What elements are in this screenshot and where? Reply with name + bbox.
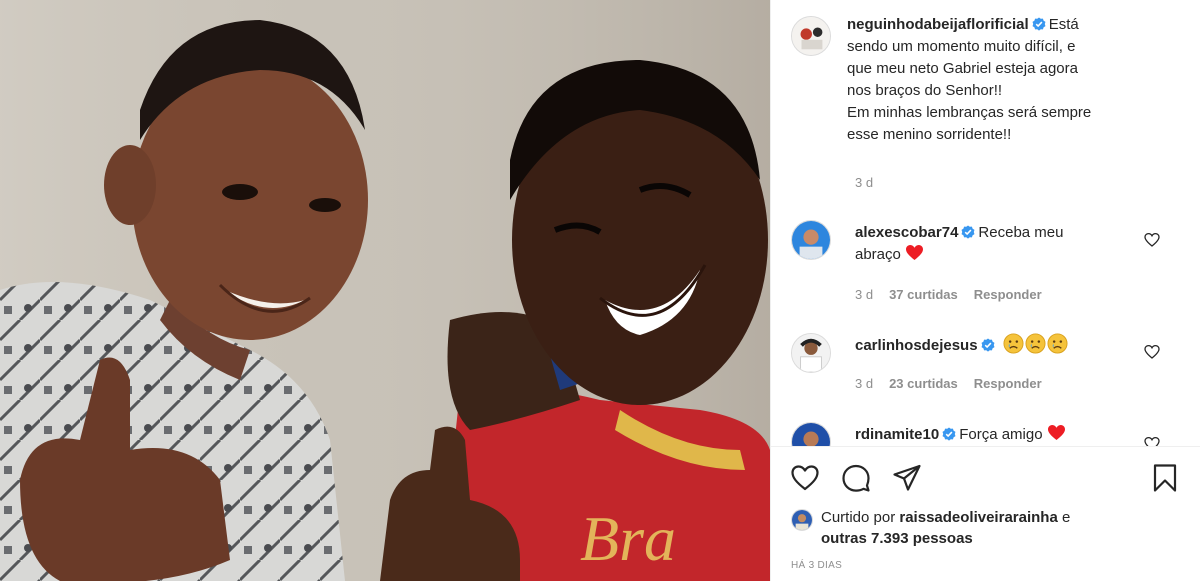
caption-line: esse menino sorridente!!	[847, 126, 1012, 143]
comment-avatar[interactable]	[791, 220, 831, 260]
likes-prefix: Curtido por	[821, 509, 896, 526]
caption-age[interactable]: 3 d	[855, 175, 873, 190]
comment-body: Receba meu	[978, 224, 1064, 241]
caption-line: nos braços do Senhor!!	[847, 82, 1003, 99]
red-heart-emoji-icon	[1047, 424, 1065, 441]
photo-illustration: Bra	[0, 0, 770, 581]
share-paper-plane-icon[interactable]	[892, 463, 922, 493]
liker-username[interactable]: raissadeoliveirarainha	[899, 509, 1057, 526]
comment-text: carlinhosdejesus	[855, 333, 1155, 357]
comment-likes[interactable]: 23 curtidas	[889, 376, 958, 391]
comment-age[interactable]: 3 d	[855, 376, 873, 391]
crying-face-emoji-icon	[1025, 333, 1046, 354]
reply-button[interactable]: Responder	[974, 376, 1042, 391]
post-timestamp[interactable]: HÁ 3 DIAS	[791, 560, 842, 571]
crying-face-emoji-icon	[1047, 333, 1068, 354]
comment-body: Força amigo	[959, 426, 1043, 443]
caption-first-word: Está	[1048, 16, 1079, 33]
comment-username[interactable]: carlinhosdejesus	[855, 337, 978, 354]
save-bookmark-icon[interactable]	[1150, 463, 1180, 493]
comment-username[interactable]: alexescobar74	[855, 224, 958, 241]
post-details-panel: neguinhodabeijaflorificial Está sendo um …	[770, 0, 1200, 581]
comment-likes[interactable]: 37 curtidas	[889, 287, 958, 302]
like-comment-heart-icon[interactable]	[1144, 232, 1160, 248]
post-photo[interactable]: Bra	[0, 0, 770, 581]
comment-age[interactable]: 3 d	[855, 287, 873, 302]
comment-meta: 3 d 23 curtidas Responder	[855, 376, 1058, 391]
likes-summary: Curtido por raissadeoliveirarainha e out…	[821, 507, 1070, 549]
like-comment-heart-icon[interactable]	[1144, 436, 1160, 446]
like-comment-heart-icon[interactable]	[1144, 344, 1160, 360]
verified-badge-icon	[942, 427, 956, 441]
comment-avatar[interactable]	[791, 422, 831, 446]
comment-username[interactable]: rdinamite10	[855, 426, 939, 443]
comment-body: abraço	[855, 246, 901, 263]
caption-line: que meu neto Gabriel esteja agora	[847, 60, 1078, 77]
verified-badge-icon	[1032, 17, 1046, 31]
comment-bubble-icon[interactable]	[841, 463, 871, 493]
likes-conj: e	[1061, 509, 1071, 526]
shirt-print: Bra	[580, 503, 676, 574]
verified-badge-icon	[961, 225, 975, 239]
comments-scroll-area[interactable]: neguinhodabeijaflorificial Está sendo um …	[771, 0, 1200, 446]
comment-meta: 3 d 37 curtidas Responder	[855, 287, 1058, 302]
comment-text: alexescobar74 Receba meu abraço	[855, 222, 1155, 266]
author-username[interactable]: neguinhodabeijaflorificial	[847, 16, 1029, 33]
red-heart-emoji-icon	[906, 244, 924, 261]
likes-count[interactable]: outras 7.393 pessoas	[821, 530, 973, 547]
crying-face-emoji-icon	[1003, 333, 1024, 354]
caption-line: Em minhas lembranças será sempre	[847, 104, 1092, 121]
like-heart-icon[interactable]	[790, 463, 820, 493]
liker-avatar[interactable]	[791, 509, 813, 531]
caption-line: sendo um momento muito difícil, e	[847, 38, 1076, 55]
verified-badge-icon	[981, 338, 995, 352]
author-avatar[interactable]	[791, 16, 831, 56]
post-actions-bar: Curtido por raissadeoliveirarainha e out…	[771, 446, 1200, 581]
reply-button[interactable]: Responder	[974, 287, 1042, 302]
caption-meta: 3 d	[855, 175, 889, 190]
comment-avatar[interactable]	[791, 333, 831, 373]
post-caption: neguinhodabeijaflorificial Está sendo um …	[847, 14, 1187, 146]
comment-text: rdinamite10 Força amigo	[855, 424, 1155, 446]
